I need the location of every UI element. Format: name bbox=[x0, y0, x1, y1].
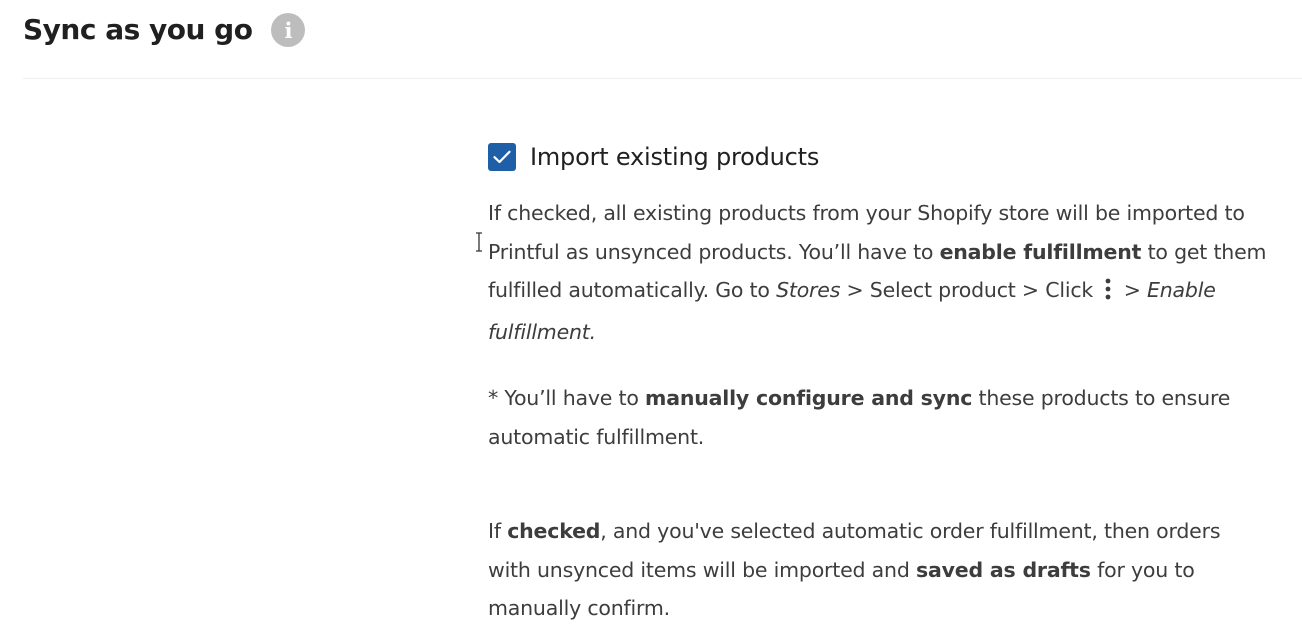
section-title: Sync as you go bbox=[23, 13, 253, 46]
import-description: If checked, all existing products from y… bbox=[488, 201, 1267, 344]
section-header: Sync as you go i bbox=[23, 10, 306, 50]
import-settings: Import existing products If checked, all… bbox=[488, 140, 1268, 628]
manual-config-note: * You’ll have to manually configure and … bbox=[488, 386, 1231, 449]
header-divider bbox=[23, 78, 1302, 79]
import-existing-products-option[interactable]: Import existing products bbox=[488, 140, 1268, 174]
import-existing-products-label[interactable]: Import existing products bbox=[530, 143, 819, 171]
import-existing-products-checkbox[interactable] bbox=[488, 143, 516, 171]
draft-orders-note: If checked, and you've selected automati… bbox=[488, 519, 1221, 620]
info-icon[interactable]: i bbox=[271, 13, 306, 47]
vertical-dots-icon bbox=[1105, 274, 1111, 313]
checkmark-icon bbox=[493, 150, 511, 164]
text-cursor-icon bbox=[476, 232, 482, 252]
